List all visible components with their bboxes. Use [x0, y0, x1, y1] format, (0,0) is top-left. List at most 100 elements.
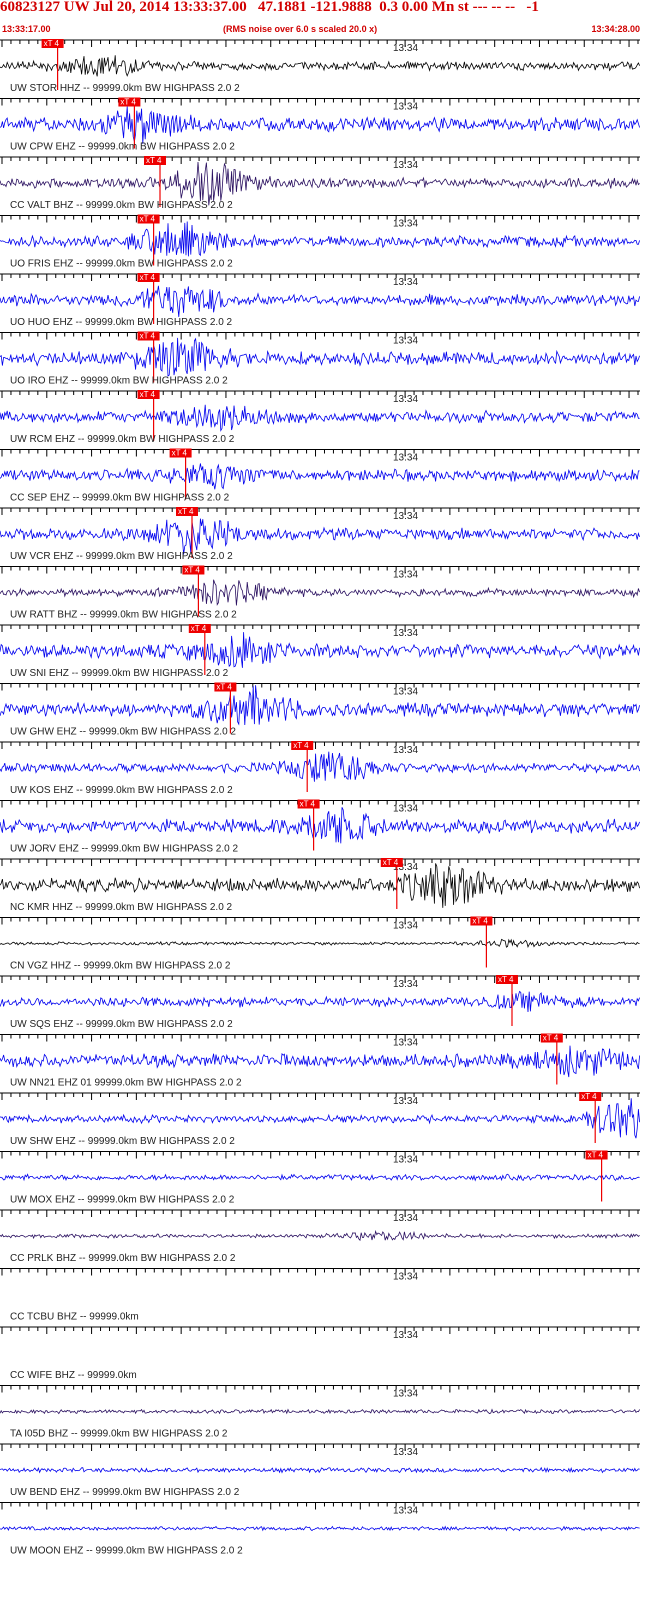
- pick-label: xT 4: [581, 1092, 597, 1101]
- pick-label: xT 4: [140, 273, 156, 282]
- channel-label: TA I05D BHZ -- 99999.0km BW HIGHPASS 2.0…: [10, 1429, 228, 1440]
- pick-label: xT 4: [543, 1034, 559, 1043]
- pick-label: xT 4: [191, 624, 207, 633]
- minute-label: 13:34: [393, 745, 418, 756]
- channel-trace-row: 13:34 xT 4 CN VGZ HHZ -- 99999.0km BW HIGH…: [0, 916, 640, 972]
- pick-label: xT 4: [146, 156, 162, 165]
- channel-trace-row: 13:34 CC TCBU BHZ -- 99999.0km: [0, 1268, 640, 1323]
- pick-label: xT 4: [44, 39, 60, 48]
- channel-label: UW CPW EHZ -- 99999.0km BW HIGHPASS 2.0 …: [10, 142, 235, 153]
- channel-trace-row: 13:34xT 4NC KMR HHZ -- 99999.0km BW HIGH…: [0, 858, 640, 913]
- header-bar: 60823127 UW Jul 20, 2014 13:33:37.00 47.…: [0, 0, 652, 34]
- waveform: [0, 106, 640, 144]
- channel-trace-row: 13:34 xT 4 UW GHW EHZ -- 99999.0km BW HIGH…: [0, 682, 640, 738]
- channel-trace-row: 13:34 UW MOON EHZ -- 99999.0km BW HIGHPAS…: [0, 1502, 640, 1557]
- pick-label: xT 4: [588, 1151, 604, 1160]
- minute-label: 13:34: [393, 1155, 418, 1166]
- channel-trace-row: 13:34 xT 4 UW KOS EHZ -- 99999.0km BW HIGH…: [0, 741, 640, 796]
- waveform: [0, 463, 640, 490]
- channel-label: CC TCBU BHZ -- 99999.0km: [10, 1312, 139, 1323]
- waveform: [0, 285, 640, 317]
- waveform: [0, 1045, 640, 1078]
- pick-label: xT 4: [300, 800, 316, 809]
- channel-trace-row: 13:34 TA I05D BHZ -- 99999.0km BW HIGHPAS…: [0, 1385, 640, 1440]
- waveform: [0, 938, 640, 948]
- channel-label: CC VALT BHZ -- 99999.0km BW HIGHPASS 2.0…: [10, 200, 233, 211]
- channel-trace-row: 13:34 CC WIFE BHZ -- 99999.0km: [0, 1326, 640, 1381]
- waveform: [0, 632, 640, 668]
- channel-trace-row: 13:34 xT 4 UO HUO EHZ -- 99999.0km BW HIGH…: [0, 273, 640, 328]
- minute-label: 13:34: [393, 394, 418, 405]
- scale-note: (RMS noise over 6.0 s scaled 20.0 x): [223, 24, 378, 34]
- event-title: 60823127 UW Jul 20, 2014 13:33:37.00 47.…: [0, 0, 539, 15]
- channel-label: UW SNI EHZ -- 99999.0km BW HIGHPASS 2.0 …: [10, 668, 229, 679]
- pick-label: xT 4: [293, 741, 309, 750]
- minute-label: 13:34: [393, 1038, 418, 1049]
- seismogram-panel: 13:34 xT 4 UW STOR HHZ -- 99999.0km BW HIG…: [0, 39, 640, 1557]
- minute-label: 13:34: [393, 1272, 418, 1283]
- pick-label: xT 4: [383, 858, 399, 867]
- pick-label: xT 4: [216, 683, 232, 692]
- minute-label: 13:34: [393, 628, 418, 639]
- minute-label: 13:34: [393, 570, 418, 581]
- end-time: 13:34:28.00: [591, 24, 640, 34]
- waveform: [0, 1173, 640, 1182]
- channel-label: CN VGZ HHZ -- 99999.0km BW HIGHPASS 2.0 …: [10, 961, 231, 972]
- minute-label: 13:34: [393, 1389, 418, 1400]
- channel-trace-row: 13:34 xT 4 UO FRIS EHZ -- 99999.0km BW HIG…: [0, 214, 640, 270]
- minute-label: 13:34: [393, 1506, 418, 1517]
- minute-label: 13:34: [393, 979, 418, 990]
- minute-label: 13:34: [393, 1213, 418, 1224]
- channel-trace-row: 13:34 xT 4 UW VCR EHZ -- 99999.0km BW HIGH…: [0, 507, 640, 562]
- minute-label: 13:34: [393, 921, 418, 932]
- channel-label: UW MOX EHZ -- 99999.0km BW HIGHPASS 2.0 …: [10, 1195, 235, 1206]
- channel-label: CC PRLK BHZ -- 99999.0km BW HIGHPASS 2.0…: [10, 1253, 236, 1264]
- channel-label: UO IRO EHZ -- 99999.0km BW HIGHPASS 2.0 …: [10, 376, 228, 387]
- pick-label: xT 4: [172, 449, 188, 458]
- minute-label: 13:34: [393, 219, 418, 230]
- start-time: 13:33:17.00: [2, 24, 51, 34]
- minute-label: 13:34: [393, 1330, 418, 1341]
- channel-trace-row: 13:34 xT 4 UO IRO EHZ -- 99999.0km BW HIGH…: [0, 331, 640, 387]
- channel-trace-row: 13:34 xT 4 UW NN21 EHZ 01 99999.0km BW HIG…: [0, 1033, 640, 1089]
- channel-trace-row: 13:34 xT 4 CC VALT BHZ -- 99999.0km BW HIG…: [0, 156, 640, 211]
- channel-label: UO FRIS EHZ -- 99999.0km BW HIGHPASS 2.0…: [10, 259, 233, 270]
- waveform: [0, 579, 640, 606]
- channel-label: UW KOS EHZ -- 99999.0km BW HIGHPASS 2.0 …: [10, 785, 233, 796]
- waveform: [0, 161, 640, 206]
- channel-label: NC KMR HHZ -- 99999.0km BW HIGHPASS 2.0 …: [10, 902, 233, 913]
- pick-label: xT 4: [184, 566, 200, 575]
- waveform: [0, 1098, 640, 1139]
- waveform: [0, 221, 640, 257]
- pick-label: xT 4: [140, 390, 156, 399]
- channel-label: CC SEP EHZ -- 99999.0km BW HIGHPASS 2.0 …: [10, 493, 230, 504]
- channel-label: UW STOR HHZ -- 99999.0km BW HIGHPASS 2.0…: [10, 83, 240, 94]
- channel-label: UW SQS EHZ -- 99999.0km BW HIGHPASS 2.0 …: [10, 1019, 233, 1030]
- channel-label: UW SHW EHZ -- 99999.0km BW HIGHPASS 2.0 …: [10, 1136, 235, 1147]
- channel-trace-row: 13:34 CC PRLK BHZ -- 99999.0km BW HIGHPAS…: [0, 1209, 640, 1264]
- channel-label: UW MOON EHZ -- 99999.0km BW HIGHPASS 2.0…: [10, 1546, 243, 1557]
- waveform: [0, 807, 640, 844]
- channel-trace-row: 13:34 xT 4 UW SNI EHZ -- 99999.0km BW HIGH…: [0, 624, 640, 679]
- channel-label: UW GHW EHZ -- 99999.0km BW HIGHPASS 2.0 …: [10, 727, 236, 738]
- channel-label: UW JORV EHZ -- 99999.0km BW HIGHPASS 2.0…: [10, 844, 238, 855]
- pick-label: xT 4: [140, 215, 156, 224]
- waveform: [0, 518, 640, 555]
- waveform: [0, 404, 640, 432]
- minute-label: 13:34: [393, 160, 418, 171]
- channel-trace-row: 13:34 xT 4 UW RATT BHZ -- 99999.0km BW HIG…: [0, 565, 640, 621]
- waveform: [0, 685, 640, 726]
- pick-label: xT 4: [140, 332, 156, 341]
- minute-label: 13:34: [393, 1447, 418, 1458]
- channel-label: UW NN21 EHZ 01 99999.0km BW HIGHPASS 2.0…: [10, 1078, 242, 1089]
- channel-label: UW BEND EHZ -- 99999.0km BW HIGHPASS 2.0…: [10, 1487, 240, 1498]
- channel-trace-row: 13:34 xT 4 UW JORV EHZ -- 99999.0km BW HIG…: [0, 799, 640, 855]
- minute-label: 13:34: [393, 102, 418, 113]
- minute-label: 13:34: [393, 687, 418, 698]
- channel-trace-row: 13:34 xT 4 CC SEP EHZ -- 99999.0km BW HIGH…: [0, 448, 640, 504]
- channel-trace-row: 13:34 xT 4 UW SQS EHZ -- 99999.0km BW HIGH…: [0, 975, 640, 1030]
- minute-label: 13:34: [393, 277, 418, 288]
- channel-label: CC WIFE BHZ -- 99999.0km: [10, 1370, 137, 1381]
- pick-label: xT 4: [178, 507, 194, 516]
- waveform: [0, 55, 640, 77]
